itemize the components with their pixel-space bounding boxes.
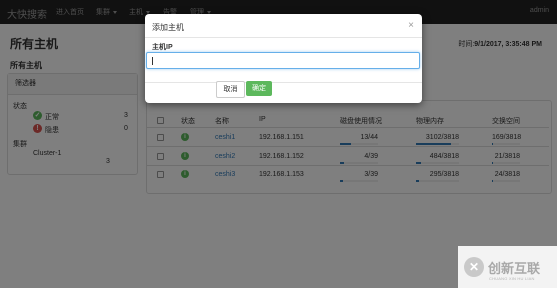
watermark-subtext: CHUANG XIN HU LIAN xyxy=(489,276,535,281)
watermark-text: 创新互联 xyxy=(488,261,541,276)
dialog-divider xyxy=(145,82,422,83)
close-icon[interactable]: × xyxy=(408,20,414,31)
add-host-dialog: 添加主机 × 主机IP xyxy=(145,14,422,103)
watermark-logo-icon: ✕ xyxy=(464,257,484,277)
watermark: ✕ 创新互联 CHUANG XIN HU LIAN xyxy=(458,246,557,288)
dialog-title: 添加主机 xyxy=(152,23,184,32)
page: 大快搜索 进入首页 集群 主机 告警 管理 admin 所有主机 时间:9/1/… xyxy=(0,0,557,288)
dialog-divider xyxy=(145,37,422,38)
text-cursor xyxy=(152,57,153,65)
host-ip-input[interactable] xyxy=(146,52,420,69)
cancel-button[interactable]: 取消 xyxy=(216,81,245,98)
host-ip-label: 主机IP xyxy=(152,44,173,51)
confirm-button[interactable]: 确定 xyxy=(246,81,272,96)
